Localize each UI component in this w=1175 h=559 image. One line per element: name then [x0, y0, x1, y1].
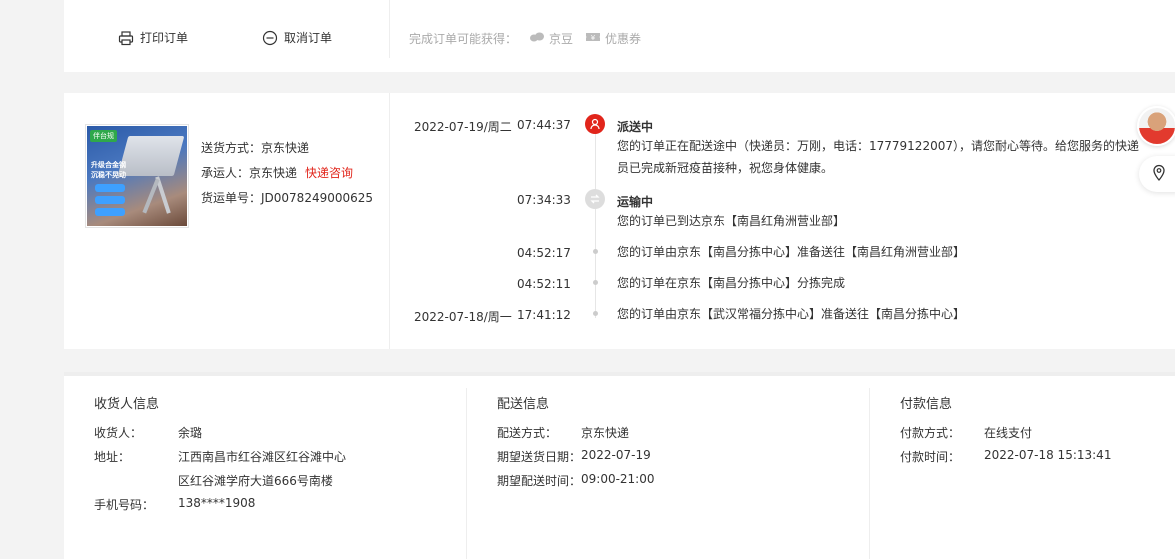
timeline-time: 07:44:37 — [517, 118, 571, 132]
divider — [869, 388, 870, 559]
carrier-text: 承运人：京东快递 — [201, 166, 298, 180]
payment-method: 在线支付 — [984, 426, 1033, 440]
timeline-time: 07:34:33 — [517, 193, 571, 207]
rewards-prefix: 完成订单可能获得： — [409, 32, 518, 46]
receiver-address-line2: 区红谷滩学府大道666号南楼 — [178, 474, 333, 488]
delivery-time-label: 期望配送时间： — [497, 474, 582, 488]
delivery-method: 京东快递 — [581, 426, 630, 440]
map-location-button[interactable] — [1139, 156, 1175, 192]
bean-icon — [529, 31, 545, 46]
payment-method-label: 付款方式： — [900, 426, 961, 440]
timeline-status: 运输中 — [617, 195, 654, 209]
delivery-man-icon — [585, 114, 605, 134]
shipping-method: 送货方式：京东快递 — [201, 141, 310, 155]
divider — [466, 388, 467, 559]
timeline-status: 派送中 — [617, 120, 654, 134]
timeline-dot — [593, 280, 598, 285]
receiver-name: 余璐 — [178, 426, 203, 440]
order-info-card — [64, 372, 1175, 559]
timeline-desc: 您的订单由京东【南昌分拣中心】准备送往【南昌红角洲营业部】 — [617, 245, 966, 259]
timeline-dot — [593, 311, 598, 316]
timeline-desc: 您的订单正在配送途中（快递员：万刚，电话：17779122007），请您耐心等待… — [617, 139, 1139, 153]
svg-text:¥: ¥ — [591, 34, 596, 42]
receiver-title: 收货人信息 — [94, 397, 160, 412]
payment-time-label: 付款时间： — [900, 450, 961, 464]
delivery-title: 配送信息 — [497, 397, 550, 412]
minus-circle-icon — [262, 30, 278, 46]
receiver-phone: 138****1908 — [178, 496, 256, 510]
timeline-desc: 员已完成新冠疫苗接种，祝您身体健康。 — [617, 161, 834, 175]
printer-icon — [118, 30, 134, 46]
coupon-icon: ¥ — [585, 31, 601, 46]
cancel-order-label: 取消订单 — [284, 31, 333, 45]
print-order-label: 打印订单 — [140, 31, 189, 45]
payment-title: 付款信息 — [900, 397, 953, 412]
timeline-desc: 您的订单在京东【南昌分拣中心】分拣完成 — [617, 276, 846, 290]
jd-beans-reward: 京豆 — [529, 30, 573, 47]
timeline-time: 17:41:12 — [517, 308, 571, 322]
delivery-date-label: 期望送货日期： — [497, 450, 582, 464]
timeline-time: 04:52:11 — [517, 277, 571, 291]
receiver-address-line1: 江西南昌市红谷滩区红谷滩中心 — [178, 450, 347, 464]
delivery-method-label: 配送方式： — [497, 426, 558, 440]
delivery-time: 09:00-21:00 — [581, 472, 655, 486]
receiver-name-label: 收货人： — [94, 426, 143, 440]
print-order-button[interactable]: 打印订单 — [118, 29, 188, 46]
timeline-time: 04:52:17 — [517, 246, 571, 260]
cancel-order-button[interactable]: 取消订单 — [262, 29, 332, 46]
timeline-date: 2022-07-19/周二 — [414, 120, 512, 134]
tracking-number: 货运单号：JD0078249000625 — [201, 191, 374, 205]
receiver-address-label: 地址： — [94, 450, 131, 464]
timeline-desc: 您的订单由京东【武汉常福分拣中心】准备送往【南昌分拣中心】 — [617, 307, 966, 321]
carrier: 承运人：京东快递 快递咨询 — [201, 164, 353, 181]
timeline-desc: 您的订单已到达京东【南昌红角洲营业部】 — [617, 214, 846, 228]
courier-avatar[interactable] — [1137, 106, 1175, 146]
payment-time: 2022-07-18 15:13:41 — [984, 448, 1112, 462]
divider — [389, 93, 390, 349]
timeline-dot — [593, 249, 598, 254]
divider — [389, 0, 390, 58]
order-rewards: 完成订单可能获得： 京豆 ¥ 优惠券 — [409, 30, 641, 47]
timeline-date: 2022-07-18/周一 — [414, 310, 512, 324]
coupon-reward: ¥ 优惠券 — [585, 30, 641, 47]
express-consult-link[interactable]: 快递咨询 — [305, 166, 353, 180]
location-pin-icon — [1151, 164, 1167, 185]
receiver-phone-label: 手机号码： — [94, 498, 155, 512]
timeline-line — [595, 133, 596, 318]
transport-icon — [585, 189, 605, 209]
product-image[interactable]: 伴台规 升级合金钢 沉稳不晃动 — [85, 124, 189, 228]
product-badge: 伴台规 — [90, 130, 117, 142]
delivery-date: 2022-07-19 — [581, 448, 651, 462]
zigzag-edge — [64, 62, 1175, 74]
